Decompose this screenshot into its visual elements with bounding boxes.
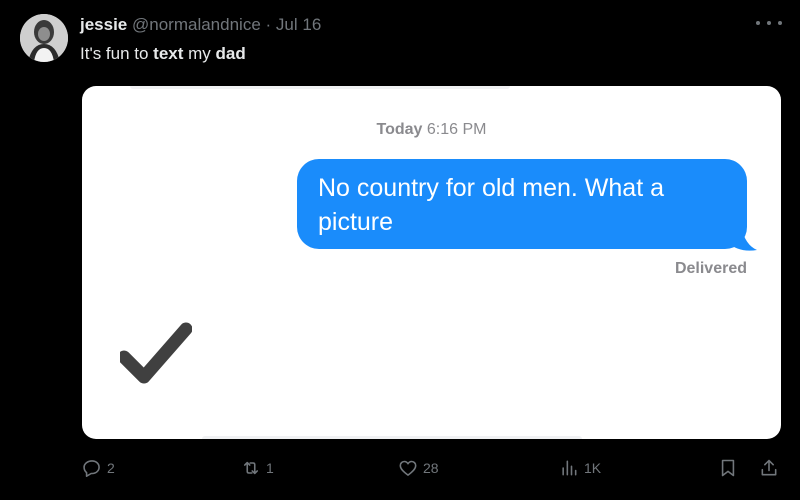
- reply-button[interactable]: 2: [82, 458, 115, 478]
- checkmark-icon: [120, 322, 192, 384]
- cropped-message-edge: [130, 86, 510, 89]
- like-count: 28: [423, 460, 439, 476]
- bookmark-icon: [721, 459, 735, 477]
- bookmark-button[interactable]: [718, 458, 738, 478]
- tweet-text-part: It's fun to: [80, 44, 154, 63]
- views-chart-icon: [562, 460, 577, 476]
- author-handle[interactable]: @normalandnice: [132, 15, 261, 34]
- tweet-text: It's fun to text my dad: [80, 42, 246, 66]
- tweet-date[interactable]: Jul 16: [276, 15, 321, 34]
- timestamp-time: 6:16 PM: [426, 121, 487, 138]
- share-button[interactable]: [759, 458, 779, 478]
- header-separator: ·: [265, 15, 272, 34]
- retweet-button[interactable]: 1: [241, 458, 274, 478]
- reply-icon: [83, 460, 100, 477]
- views-button[interactable]: 1K: [559, 458, 601, 478]
- tweet-media-image[interactable]: Today 6:16 PM No country for old men. Wh…: [82, 86, 781, 439]
- cropped-message-edge: [202, 436, 582, 439]
- author-name[interactable]: jessie: [80, 15, 127, 34]
- tweet-text-bold-text: text: [153, 44, 184, 63]
- heart-icon: [399, 460, 417, 476]
- retweet-count: 1: [266, 460, 274, 476]
- retweet-icon: [243, 461, 259, 475]
- timestamp-day: Today: [376, 121, 423, 138]
- message-bubble-tail: [727, 226, 757, 251]
- views-count: 1K: [584, 460, 602, 476]
- share-icon: [761, 459, 777, 476]
- tweet-text-part: my: [183, 44, 216, 63]
- delivered-status: Delivered: [674, 260, 747, 277]
- avatar[interactable]: [20, 14, 68, 62]
- tweet-text-bold-dad: dad: [215, 44, 246, 63]
- message-timestamp: Today 6:16 PM: [82, 121, 781, 139]
- reply-count: 2: [107, 460, 115, 476]
- avatar-photo: [20, 14, 68, 62]
- tweet-actions-bar: 2 1 28 1K: [0, 452, 800, 488]
- sent-message-bubble: No country for old men. What a picture: [297, 159, 747, 249]
- like-button[interactable]: 28: [398, 458, 439, 478]
- tweet-header: jessie @normalandnice · Jul 16: [80, 14, 321, 36]
- more-options-icon[interactable]: [756, 12, 782, 34]
